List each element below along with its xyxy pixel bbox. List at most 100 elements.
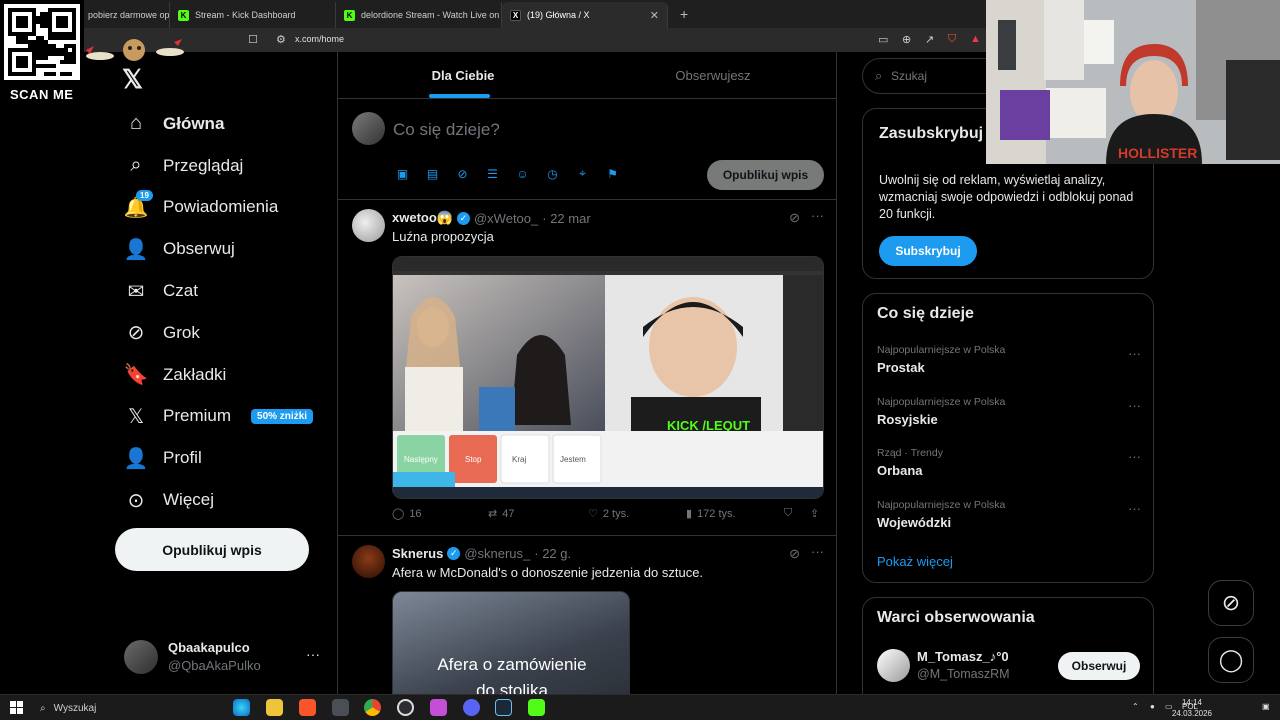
flag-icon[interactable]: ⚑ <box>605 166 620 181</box>
kick-icon[interactable] <box>528 699 545 716</box>
more-icon[interactable]: ··· <box>1128 346 1141 361</box>
post-author-name[interactable]: Sknerus <box>392 546 443 561</box>
browser-tab[interactable]: K delordione Stream - Watch Live on Kick <box>336 2 502 28</box>
account-switcher[interactable]: Qbaakapulco @QbaAkaPulko ··· <box>124 638 324 674</box>
compose-post-button[interactable]: Opublikuj wpis <box>707 160 824 190</box>
bookmark-icon[interactable]: ☐ <box>248 33 258 46</box>
post-author-handle[interactable]: @xWetoo_ <box>474 211 538 226</box>
share-icon[interactable]: ↗ <box>925 33 934 46</box>
trend-item[interactable]: Najpopularniejsze w Polska Rosyjskie ··· <box>877 396 1141 436</box>
gif-icon[interactable]: ▤ <box>425 166 440 181</box>
windows-start-icon[interactable] <box>10 701 23 714</box>
post-header: Sknerus ✓ @sknerus_ · 22 g. <box>392 546 571 561</box>
x-logo-icon[interactable]: 𝕏 <box>122 64 143 95</box>
sidebar-item-2[interactable]: ⌕ Przeglądaj <box>115 145 325 187</box>
notification-badge: 19 <box>136 190 153 202</box>
post-author-name[interactable]: xwetoo😱 <box>392 210 453 226</box>
obs-icon[interactable] <box>397 699 414 716</box>
trend-name: Orbana <box>877 463 923 478</box>
trend-item[interactable]: Najpopularniejsze w Polska Wojewódzki ··… <box>877 499 1141 539</box>
tab-following[interactable]: Obserwujesz <box>588 52 836 98</box>
chat-float-button[interactable]: ◯ <box>1208 637 1254 683</box>
more-icon[interactable]: ··· <box>1128 398 1141 413</box>
views-button[interactable]: ▮ 172 tys. <box>686 507 736 521</box>
image-icon[interactable]: ▣ <box>395 166 410 181</box>
more-icon[interactable]: ··· <box>1128 449 1141 464</box>
avatar[interactable] <box>877 649 910 682</box>
more-icon[interactable]: ··· <box>811 208 824 223</box>
compose-input[interactable]: Co się dzieje? <box>393 120 500 140</box>
sidebar-item-5[interactable]: ✉ Czat <box>115 270 325 312</box>
post[interactable]: Sknerus ✓ @sknerus_ · 22 g. ⊘ ··· Afera … <box>338 537 836 694</box>
clock[interactable]: 14:14 24.03.2026 <box>1172 697 1212 719</box>
mic-icon[interactable]: ● <box>1150 702 1155 711</box>
sidebar-item-1[interactable]: ⌂ Główna <box>115 103 325 145</box>
schedule-icon[interactable]: ◷ <box>545 166 560 181</box>
close-icon[interactable]: ✕ <box>650 9 659 22</box>
more-icon[interactable]: ··· <box>306 646 320 662</box>
post-time[interactable]: · 22 g. <box>534 546 571 561</box>
sidebar-item-4[interactable]: 👤 Obserwuj <box>115 228 325 270</box>
suggested-user-name[interactable]: M_Tomasz_♪°0 <box>917 649 1009 664</box>
reply-button[interactable]: ◯ 16 <box>392 507 422 521</box>
trends-card: Co się dzieje Najpopularniejsze w Polska… <box>862 293 1154 583</box>
app-icon[interactable] <box>430 699 447 716</box>
notification-icon[interactable]: ▣ <box>1262 702 1270 711</box>
location-icon[interactable]: ⌖ <box>575 166 590 181</box>
show-more-link[interactable]: Pokaż więcej <box>877 554 953 569</box>
browser-tab[interactable]: K Stream - Kick Dashboard <box>170 2 336 28</box>
grok-float-button[interactable]: ⊘ <box>1208 580 1254 626</box>
browser-tab-active[interactable]: X (19) Główna / X ✕ <box>502 2 668 28</box>
poll-icon[interactable]: ☰ <box>485 166 500 181</box>
file-explorer-icon[interactable] <box>266 699 283 716</box>
post[interactable]: xwetoo😱 ✓ @xWetoo_ · 22 mar ⊘ ··· Luźna … <box>338 201 836 536</box>
sidebar-item-6[interactable]: ⊘ Grok <box>115 312 325 354</box>
emoji-icon[interactable]: ☺ <box>515 166 530 181</box>
chevron-up-icon[interactable]: ⌃ <box>1132 702 1139 711</box>
trend-item[interactable]: Najpopularniejsze w Polska Prostak ··· <box>877 344 1141 384</box>
share-icon[interactable]: ⇪ <box>810 507 819 520</box>
post-media[interactable]: Afera o zamówienie do stolika <box>392 591 630 694</box>
tab-for-you[interactable]: Dla Ciebie <box>338 52 588 98</box>
trend-item[interactable]: Rząd · Trendy Orbana ··· <box>877 447 1141 487</box>
url-field[interactable]: x.com/home <box>295 34 344 44</box>
subscribe-button[interactable]: Subskrybuj <box>879 236 977 266</box>
sidebar-item-3[interactable]: 🔔 19 Powiadomienia <box>115 187 325 229</box>
more-icon[interactable]: ··· <box>811 544 824 559</box>
sidebar-item-9[interactable]: 👤 Profil <box>115 437 325 479</box>
sidebar-item-label: Premium <box>163 406 232 426</box>
site-info-icon[interactable]: ⚙ <box>276 33 286 46</box>
chrome-icon[interactable] <box>364 699 381 716</box>
search-icon: ⌕ <box>875 68 883 83</box>
bookmark-icon[interactable]: ⛉ <box>784 507 792 520</box>
sidebar-item-10[interactable]: ⊙ Więcej <box>115 479 325 521</box>
follow-button[interactable]: Obserwuj <box>1058 652 1140 680</box>
brave-rewards-icon[interactable]: ▲ <box>970 33 981 45</box>
sidebar-item-8[interactable]: 𝕏 Premium 50% zniżki <box>115 396 325 438</box>
grok-icon[interactable]: ⊘ <box>455 166 470 181</box>
grok-icon[interactable]: ⊘ <box>789 546 800 562</box>
brave-icon[interactable] <box>299 699 316 716</box>
edge-icon[interactable] <box>233 699 250 716</box>
discord-icon[interactable] <box>463 699 480 716</box>
avatar[interactable] <box>352 209 385 242</box>
cast-icon[interactable]: ▭ <box>878 33 888 46</box>
avatar[interactable] <box>352 545 385 578</box>
steam-icon[interactable] <box>495 699 512 716</box>
post-button[interactable]: Opublikuj wpis <box>115 528 309 571</box>
brave-shield-icon[interactable]: ⛉ <box>948 33 956 46</box>
like-button[interactable]: ♡ 2 tys. <box>588 507 629 521</box>
post-author-handle[interactable]: @sknerus_ <box>464 546 530 561</box>
more-icon[interactable]: ··· <box>1128 501 1141 516</box>
post-media[interactable]: KICK /LEQUT Następny Stop Kraj Jestem <box>392 256 824 499</box>
post-time[interactable]: · 22 mar <box>542 211 590 226</box>
sidebar-item-label: Główna <box>163 113 225 133</box>
zoom-icon[interactable]: ⊕ <box>902 33 911 46</box>
repost-button[interactable]: ⇄ 47 <box>488 507 514 521</box>
sidebar-item-7[interactable]: 🔖 Zakładki <box>115 354 325 396</box>
tab-title: delordione Stream - Watch Live on Kick <box>361 10 501 20</box>
new-tab-icon[interactable]: + <box>680 6 688 22</box>
app-icon[interactable] <box>332 699 349 716</box>
grok-icon[interactable]: ⊘ <box>789 210 800 226</box>
taskbar-search[interactable]: ⌕ Wyszukaj <box>34 698 224 718</box>
